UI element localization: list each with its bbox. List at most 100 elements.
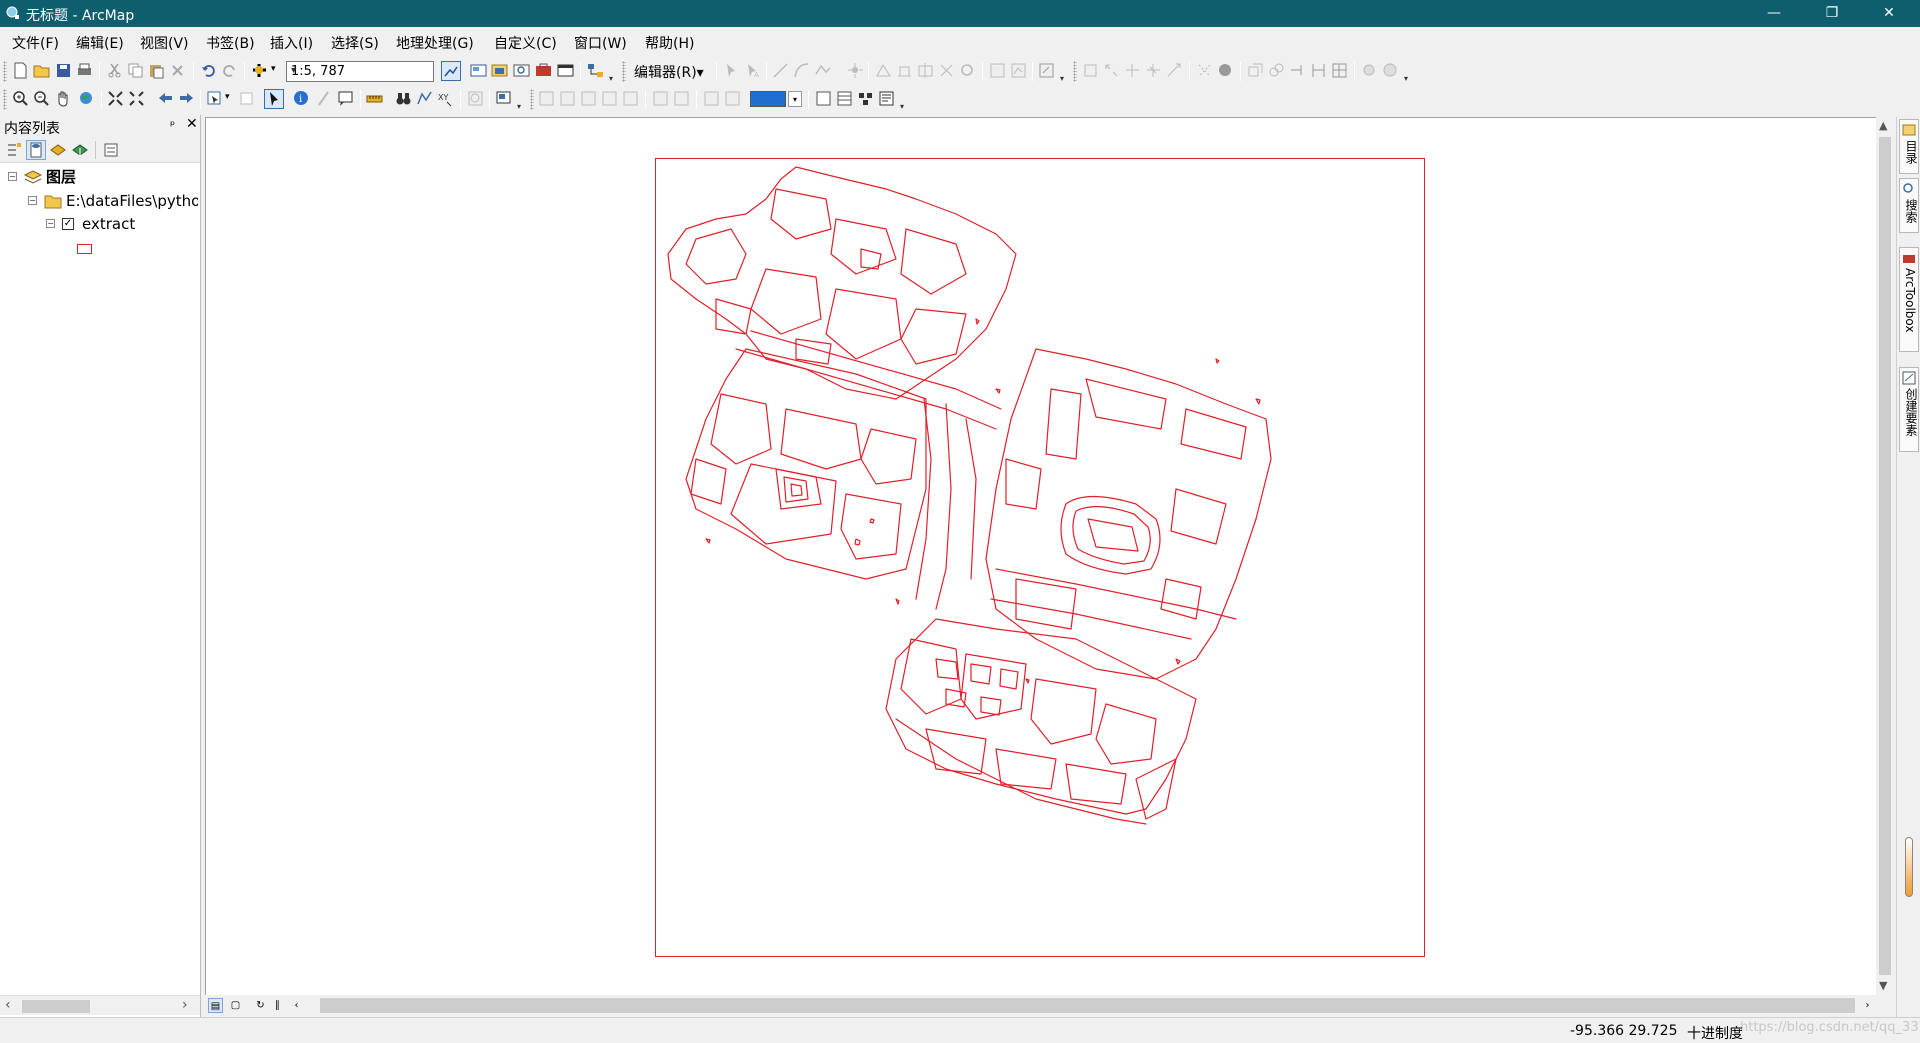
group-icon[interactable] <box>652 90 669 107</box>
list-by-drawing-order-icon[interactable] <box>5 141 23 159</box>
scroll-right-icon[interactable]: › <box>182 997 188 1013</box>
bring-to-front-icon[interactable] <box>703 90 720 107</box>
layers-root-node[interactable]: − 图层 <box>8 167 198 187</box>
map-horizontal-scroll-thumb[interactable] <box>320 998 1855 1013</box>
redo-icon[interactable] <box>221 62 238 79</box>
create-viewer-window-icon[interactable] <box>495 90 512 107</box>
dock-tab-create-features[interactable]: 创建要素 <box>1899 367 1919 452</box>
trace-icon[interactable] <box>814 62 831 79</box>
full-extent-globe-icon[interactable] <box>78 90 95 107</box>
list-by-visibility-icon[interactable] <box>49 141 67 159</box>
restore-button[interactable]: ❐ <box>1809 0 1855 27</box>
edit-annotation-icon[interactable]: A <box>744 62 761 79</box>
model-builder-icon[interactable] <box>587 62 604 79</box>
search-window-icon[interactable] <box>513 62 530 79</box>
send-to-back-icon[interactable] <box>724 90 741 107</box>
dock-tab-arctoolbox[interactable]: ArcToolbox <box>1899 247 1919 352</box>
explode-icon[interactable] <box>1382 62 1399 79</box>
menu-geoprocessing[interactable]: 地理处理(G) <box>396 33 474 53</box>
collapse-icon[interactable]: − <box>28 196 37 205</box>
layer-visibility-checkbox[interactable]: ✓ <box>62 218 74 230</box>
editor-menu[interactable]: 编辑器(R)▾ <box>634 62 704 82</box>
georef-shift-icon[interactable] <box>1103 62 1120 79</box>
scroll-up-icon[interactable]: ▲ <box>1879 119 1887 132</box>
toolbar-overflow-icon[interactable]: ▾ <box>1404 75 1411 83</box>
fixed-zoom-in-icon[interactable] <box>107 90 124 107</box>
zoom-in-icon[interactable] <box>12 90 29 107</box>
point-icon[interactable] <box>847 62 864 79</box>
arc-segment-icon[interactable] <box>793 62 810 79</box>
table-icon[interactable] <box>836 90 853 107</box>
close-panel-icon[interactable]: ✕ <box>186 116 198 132</box>
toolbar-grip[interactable] <box>3 61 7 82</box>
layout-pan-icon[interactable] <box>580 90 597 107</box>
menu-windows[interactable]: 窗口(W) <box>574 33 627 53</box>
toolbar-overflow-icon[interactable]: ▾ <box>609 75 616 83</box>
layout-view-toggle-icon[interactable]: ▢ <box>228 998 243 1013</box>
save-icon[interactable] <box>55 62 72 79</box>
fillet-icon[interactable] <box>1268 62 1285 79</box>
toolbar-overflow-icon[interactable]: ▾ <box>900 103 907 111</box>
zoom-whole-page-icon[interactable] <box>601 90 618 107</box>
map-view[interactable] <box>205 117 1878 997</box>
attributes-icon[interactable] <box>989 62 1006 79</box>
menu-help[interactable]: 帮助(H) <box>645 33 694 53</box>
find-route-icon[interactable] <box>416 90 433 107</box>
refresh-icon[interactable]: ↻ <box>253 998 268 1013</box>
collapse-icon[interactable]: − <box>8 172 17 181</box>
add-data-icon[interactable] <box>251 62 268 79</box>
toolbar-overflow-icon[interactable]: ▾ <box>1060 75 1067 83</box>
georef-rotate-icon[interactable] <box>1082 62 1099 79</box>
scroll-left-icon[interactable]: ‹ <box>289 998 304 1013</box>
find-binoculars-icon[interactable] <box>395 90 412 107</box>
advanced-edit-icon[interactable] <box>1247 62 1264 79</box>
network-icon[interactable] <box>857 90 874 107</box>
menu-edit[interactable]: 编辑(E) <box>76 33 124 53</box>
layout-view-icon[interactable] <box>470 62 487 79</box>
scroll-thumb[interactable] <box>1879 137 1891 975</box>
scroll-down-icon[interactable]: ▼ <box>1879 979 1887 992</box>
toolbar-grip[interactable] <box>622 61 626 82</box>
add-data-dropdown-arrow[interactable]: ▾ <box>271 64 276 74</box>
pin-icon[interactable]: ᵖ <box>170 118 175 132</box>
measure-icon[interactable] <box>366 90 383 107</box>
layer-symbol-swatch[interactable] <box>77 244 92 254</box>
data-source-node[interactable]: − E:\dataFiles\pytho <box>28 191 198 211</box>
list-by-source-icon[interactable] <box>26 140 46 160</box>
hyperlink-icon[interactable] <box>315 90 332 107</box>
cut-polygons-icon[interactable] <box>917 62 934 79</box>
paste-icon[interactable] <box>148 62 165 79</box>
toolbar-grip[interactable] <box>3 89 7 110</box>
scroll-thumb[interactable] <box>22 1000 90 1013</box>
clear-selection-icon[interactable] <box>238 90 255 107</box>
report-icon[interactable] <box>878 90 895 107</box>
generalize-icon[interactable] <box>1331 62 1348 79</box>
toolbar-overflow-icon[interactable]: ▾ <box>517 103 524 111</box>
drag-handle[interactable] <box>1905 837 1913 897</box>
undo-icon[interactable] <box>200 62 217 79</box>
extend-icon[interactable] <box>1289 62 1306 79</box>
split-tool-icon[interactable] <box>938 62 955 79</box>
print-icon[interactable] <box>76 62 93 79</box>
select-features-icon[interactable] <box>206 90 223 107</box>
collapse-icon[interactable]: − <box>46 219 55 228</box>
map-scale-combo[interactable]: 1:5, 787 ▾ <box>286 61 434 82</box>
fill-color-swatch[interactable] <box>750 91 786 107</box>
copy-icon[interactable] <box>127 62 144 79</box>
menu-selection[interactable]: 选择(S) <box>331 33 379 53</box>
edit-vertices-icon[interactable] <box>875 62 892 79</box>
cut-icon[interactable] <box>106 62 123 79</box>
straight-segment-icon[interactable] <box>772 62 789 79</box>
list-by-selection-icon[interactable] <box>71 141 89 159</box>
rotate-tool-icon[interactable] <box>959 62 976 79</box>
menu-bookmarks[interactable]: 书签(B) <box>206 33 255 53</box>
catalog-window-icon[interactable] <box>491 62 508 79</box>
toc-horizontal-scrollbar[interactable]: ‹ › <box>0 995 200 1015</box>
minimize-button[interactable]: — <box>1751 0 1797 27</box>
python-window-icon[interactable] <box>557 62 574 79</box>
pause-drawing-icon[interactable]: ∥ <box>270 998 285 1013</box>
arctoolbox-icon[interactable] <box>535 62 552 79</box>
data-view-icon[interactable]: ▤ <box>208 998 223 1013</box>
new-text-icon[interactable] <box>815 90 832 107</box>
menu-file[interactable]: 文件(F) <box>12 33 59 53</box>
